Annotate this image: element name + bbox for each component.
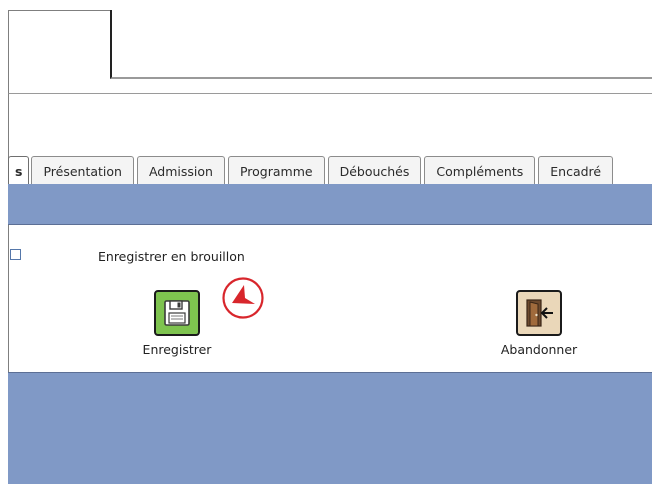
tab-label: Débouchés [339, 163, 410, 179]
editor-page: s Présentation Admission Programme Débou… [0, 0, 652, 484]
tab-debouches[interactable]: Débouchés [327, 156, 422, 185]
exit-door-icon[interactable] [516, 290, 562, 336]
tab-label: Programme [239, 163, 313, 179]
tab-label: Présentation [43, 163, 122, 179]
tab-label: s [15, 163, 23, 179]
section-tabs: s Présentation Admission Programme Débou… [8, 155, 652, 185]
top-text-area[interactable] [110, 10, 652, 79]
draft-checkbox[interactable] [10, 249, 21, 260]
draft-checkbox-label: Enregistrer en brouillon [98, 249, 245, 264]
abandon-button-label: Abandonner [500, 342, 578, 357]
footer-band [8, 372, 652, 484]
tab-encadre[interactable]: Encadré [538, 156, 614, 185]
tab-label: Admission [148, 163, 213, 179]
red-arrow-cursor-icon [222, 277, 264, 319]
tab-content-header-band [8, 184, 652, 225]
tab-complements[interactable]: Compléments [424, 156, 536, 185]
save-button-label: Enregistrer [142, 342, 212, 357]
tab-admission[interactable]: Admission [136, 156, 225, 185]
tab-programme[interactable]: Programme [227, 156, 325, 185]
abandon-button[interactable]: Abandonner [494, 290, 584, 357]
save-button[interactable]: Enregistrer [136, 290, 218, 357]
tab-active[interactable]: s [8, 156, 30, 185]
tab-label: Encadré [550, 163, 602, 179]
tab-presentation[interactable]: Présentation [31, 156, 134, 185]
floppy-disk-icon[interactable] [154, 290, 200, 336]
tab-label: Compléments [436, 163, 524, 179]
